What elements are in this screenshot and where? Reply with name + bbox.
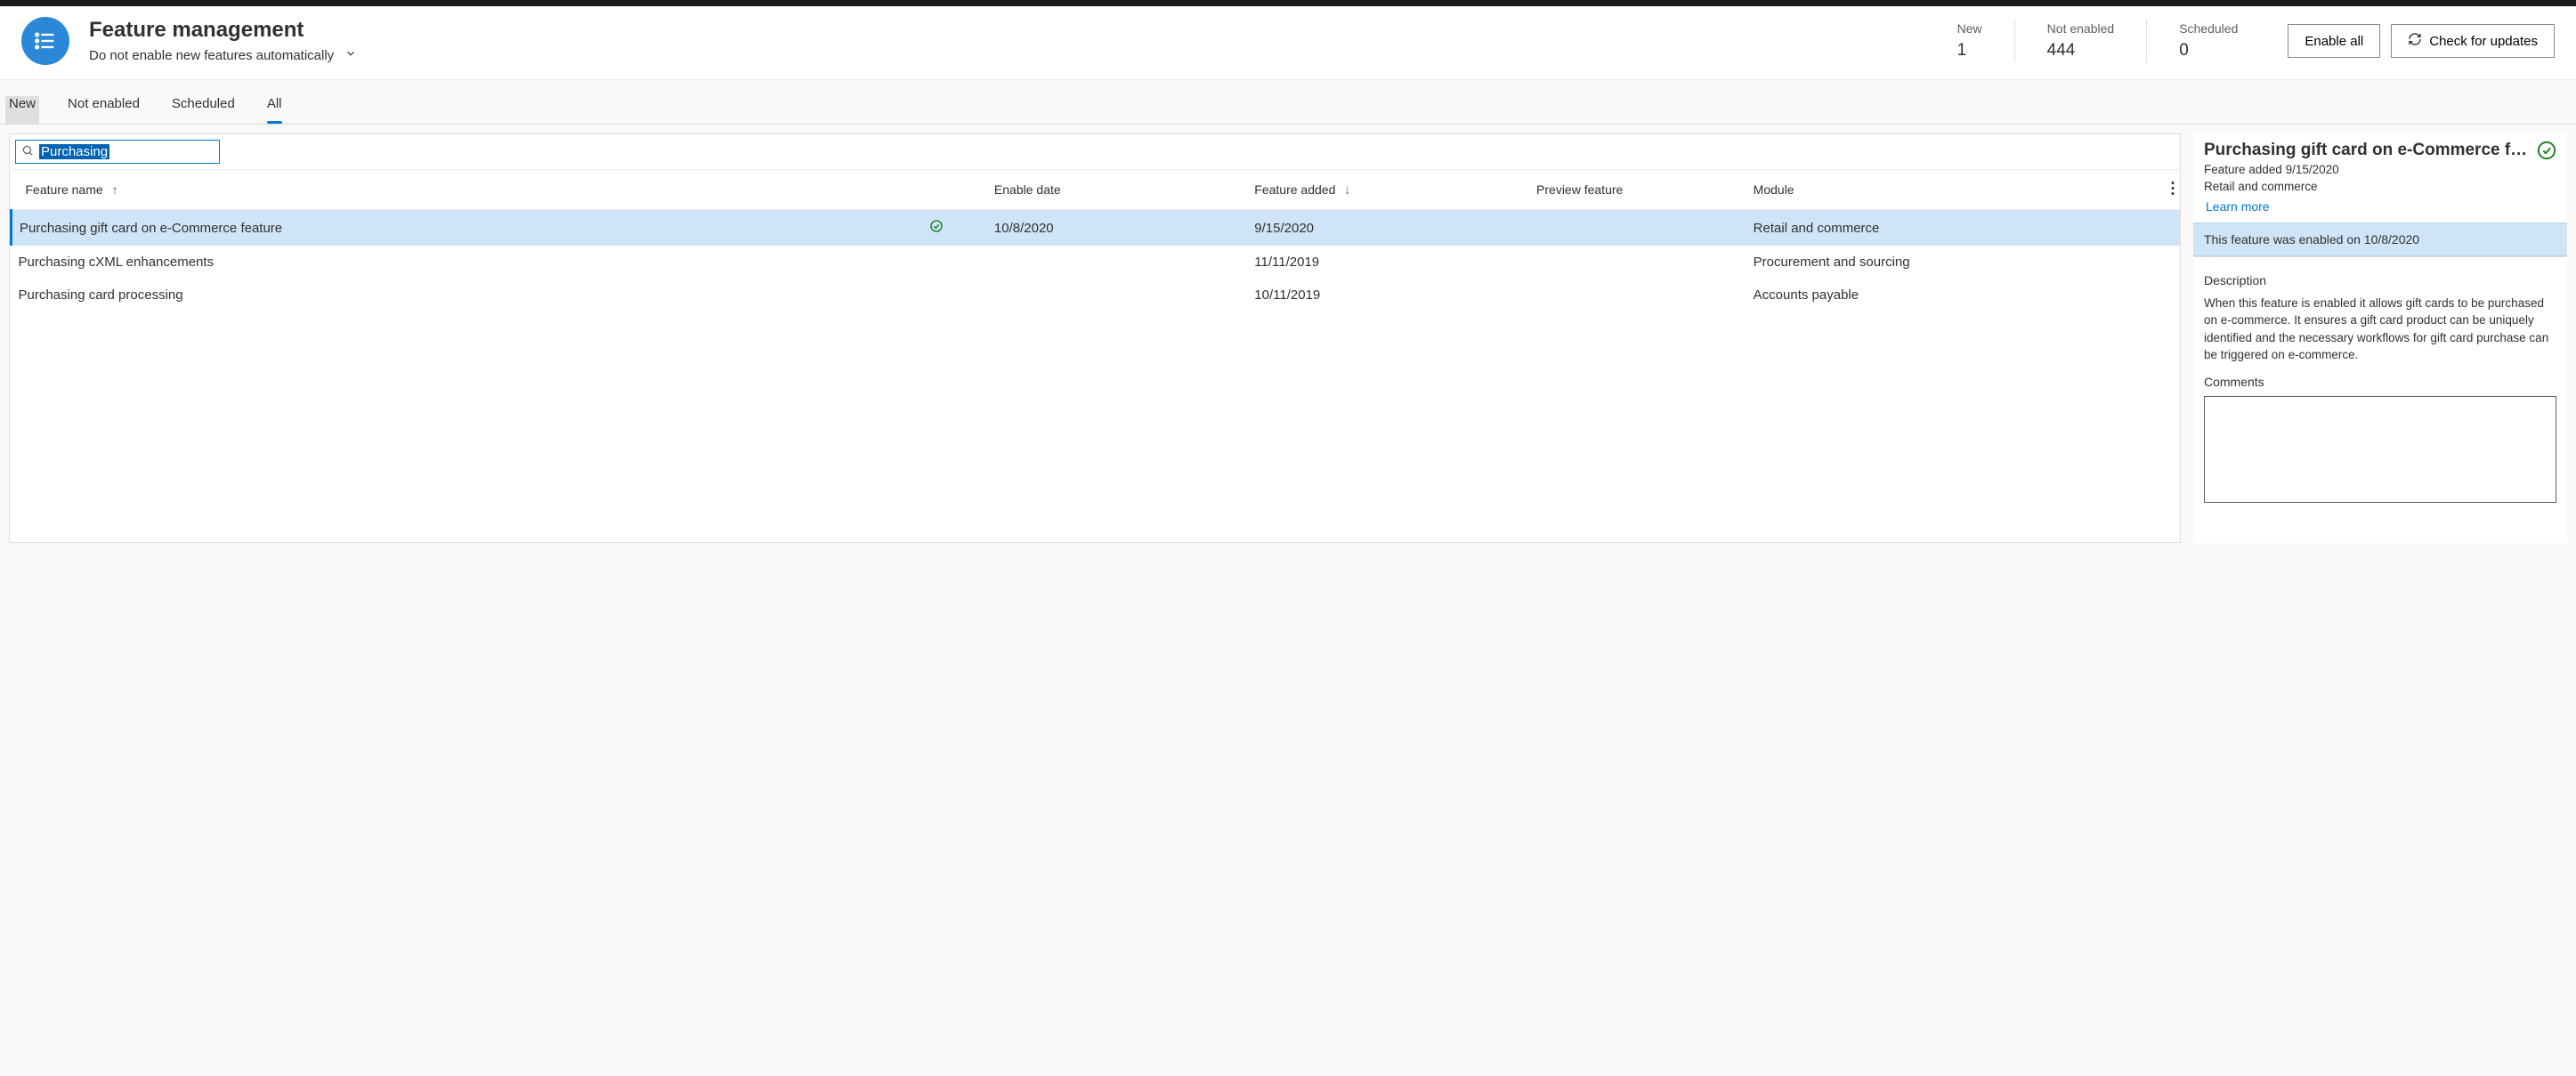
learn-more-link[interactable]: Learn more xyxy=(2204,199,2270,214)
col-module[interactable]: Module xyxy=(1746,170,2180,210)
tabs: New Not enabled Scheduled All xyxy=(0,80,2576,125)
check-updates-button[interactable]: Check for updates xyxy=(2391,24,2555,58)
feature-table: Feature name ↑ Enable date Feature added… xyxy=(10,169,2180,311)
feature-grid-panel: Purchasing Feature name ↑ Enable date Fe… xyxy=(9,133,2181,543)
col-feature-name[interactable]: Feature name ↑ xyxy=(12,170,922,210)
cell-name: Purchasing gift card on e-Commerce featu… xyxy=(12,210,922,247)
table-row[interactable]: Purchasing cXML enhancements 11/11/2019 … xyxy=(12,246,2181,279)
col-preview[interactable]: Preview feature xyxy=(1529,170,1746,210)
tab-not-enabled[interactable]: Not enabled xyxy=(68,96,140,124)
check-circle-icon xyxy=(929,222,944,237)
comments-label: Comments xyxy=(2204,375,2556,389)
sort-asc-icon: ↑ xyxy=(112,182,118,197)
refresh-icon xyxy=(2408,32,2422,50)
button-label: Enable all xyxy=(2305,34,2363,49)
detail-added: Feature added 9/15/2020 xyxy=(2204,162,2530,179)
stat-label: New xyxy=(1957,21,1982,36)
tab-new[interactable]: New xyxy=(5,96,39,124)
detail-enabled-banner: This feature was enabled on 10/8/2020 xyxy=(2193,222,2567,256)
cell-name: Purchasing card processing xyxy=(12,279,922,311)
cell-name: Purchasing cXML enhancements xyxy=(12,246,922,279)
stat-new[interactable]: New 1 xyxy=(1925,20,2014,62)
detail-module: Retail and commerce xyxy=(2204,179,2530,196)
check-circle-icon xyxy=(2537,141,2556,163)
cell-preview xyxy=(1529,210,1746,247)
cell-added: 11/11/2019 xyxy=(1247,246,1529,279)
sort-desc-icon: ↓ xyxy=(1344,182,1350,197)
feature-list-icon xyxy=(21,17,69,65)
more-options-icon[interactable] xyxy=(2171,182,2175,198)
cell-enable-date xyxy=(987,246,1247,279)
chevron-down-icon xyxy=(344,47,357,63)
stat-not-enabled[interactable]: Not enabled 444 xyxy=(2014,20,2147,62)
description-text: When this feature is enabled it allows g… xyxy=(2204,295,2556,364)
cell-enable-date: 10/8/2020 xyxy=(987,210,1247,247)
search-icon xyxy=(21,144,34,159)
stat-label: Scheduled xyxy=(2179,21,2238,36)
description-label: Description xyxy=(2204,273,2556,287)
page-subtitle-text: Do not enable new features automatically xyxy=(89,48,334,63)
cell-preview xyxy=(1529,279,1746,311)
stat-value: 444 xyxy=(2047,41,2115,61)
stat-value: 0 xyxy=(2179,41,2238,61)
cell-enable-date xyxy=(987,279,1247,311)
stat-label: Not enabled xyxy=(2047,21,2115,36)
tab-scheduled[interactable]: Scheduled xyxy=(172,96,235,124)
cell-module: Procurement and sourcing xyxy=(1746,246,2180,279)
page-title: Feature management xyxy=(89,19,357,42)
table-row[interactable]: Purchasing gift card on e-Commerce featu… xyxy=(12,210,2181,247)
col-check xyxy=(922,170,987,210)
col-feature-added[interactable]: Feature added ↓ xyxy=(1247,170,1529,210)
cell-added: 10/11/2019 xyxy=(1247,279,1529,311)
stat-value: 1 xyxy=(1957,41,1982,61)
comments-input[interactable] xyxy=(2204,396,2556,503)
detail-title: Purchasing gift card on e-Commerce f… xyxy=(2204,141,2530,160)
table-row[interactable]: Purchasing card processing 10/11/2019 Ac… xyxy=(12,279,2181,311)
detail-panel: Purchasing gift card on e-Commerce f… Fe… xyxy=(2193,133,2567,543)
search-input-wrapper[interactable]: Purchasing xyxy=(15,140,220,164)
cell-module: Retail and commerce xyxy=(1746,210,2180,247)
header-stats: New 1 Not enabled 444 Scheduled 0 xyxy=(1925,20,2271,62)
page-subtitle-dropdown[interactable]: Do not enable new features automatically xyxy=(89,47,357,63)
search-input[interactable]: Purchasing xyxy=(39,144,109,159)
cell-enabled xyxy=(922,210,987,247)
page-header: Feature management Do not enable new fea… xyxy=(0,6,2576,80)
cell-added: 9/15/2020 xyxy=(1247,210,1529,247)
app-top-bar xyxy=(0,0,2576,6)
col-enable-date[interactable]: Enable date xyxy=(987,170,1247,210)
button-label: Check for updates xyxy=(2429,34,2538,49)
tab-all[interactable]: All xyxy=(267,96,282,124)
enable-all-button[interactable]: Enable all xyxy=(2288,24,2380,58)
cell-module: Accounts payable xyxy=(1746,279,2180,311)
stat-scheduled[interactable]: Scheduled 0 xyxy=(2146,20,2270,62)
cell-preview xyxy=(1529,246,1746,279)
